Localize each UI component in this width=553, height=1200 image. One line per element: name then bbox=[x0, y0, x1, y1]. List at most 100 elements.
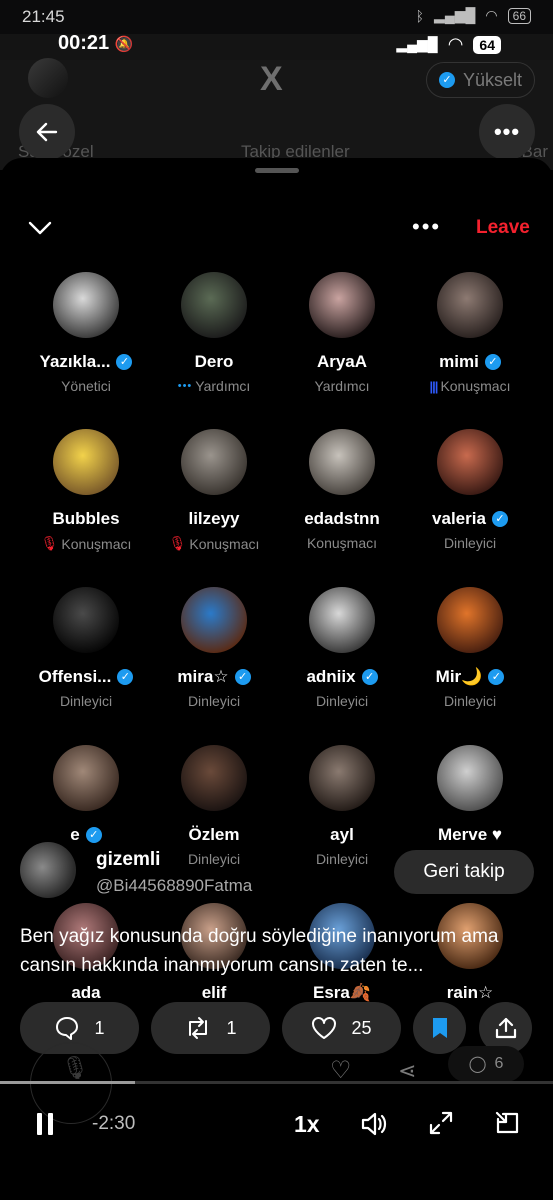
upgrade-button[interactable]: ✓ Yükselt bbox=[426, 62, 536, 98]
participant-role: Dinleyici bbox=[187, 693, 241, 709]
participant[interactable]: valeria ✓ Dinleyici bbox=[406, 429, 534, 551]
participant-name: Mir🌙 bbox=[435, 667, 483, 686]
participant-avatar[interactable] bbox=[309, 429, 375, 495]
comment-icon: ◯ bbox=[468, 1056, 487, 1073]
volume-button[interactable] bbox=[360, 1110, 388, 1143]
participant-avatar[interactable] bbox=[181, 272, 247, 338]
participant[interactable]: Yazıkla... ✓ Yönetici bbox=[22, 272, 150, 394]
participant[interactable]: lilzeyy 🎙 Konuşmacı bbox=[150, 429, 278, 552]
participant-role-row: Konuşmacı bbox=[278, 535, 406, 551]
signal-icon: ▂▄▆█ bbox=[434, 7, 476, 23]
verified-icon: ✓ bbox=[361, 669, 378, 685]
playback-speed-button[interactable]: 1x bbox=[294, 1111, 320, 1138]
participant-avatar[interactable] bbox=[53, 272, 119, 338]
participant-name-row: Özlem bbox=[150, 825, 278, 845]
participant[interactable]: ayl Dinleyici bbox=[278, 745, 406, 867]
participant-name-row: edadstnn bbox=[278, 509, 406, 529]
participant-avatar[interactable] bbox=[53, 587, 119, 653]
ellipsis-icon: ••• bbox=[493, 119, 521, 144]
leave-button[interactable]: Leave bbox=[476, 217, 530, 239]
participant-avatar[interactable] bbox=[309, 587, 375, 653]
participant[interactable]: adniix ✓ Dinleyici bbox=[278, 587, 406, 709]
back-button[interactable] bbox=[19, 104, 75, 160]
participant-name: Dero bbox=[194, 352, 234, 371]
like-button[interactable]: 25 bbox=[282, 1002, 401, 1054]
more-options-button[interactable]: ••• bbox=[479, 104, 535, 160]
follow-back-button[interactable]: Geri takip bbox=[394, 850, 534, 894]
bookmark-button[interactable] bbox=[413, 1002, 466, 1054]
tweet-author-name[interactable]: gizemli bbox=[96, 849, 160, 871]
participant-role-row: Dinleyici bbox=[150, 851, 278, 867]
chevron-down-icon bbox=[28, 221, 52, 235]
participant-avatar[interactable] bbox=[437, 587, 503, 653]
participant[interactable]: mimi ✓ ||| Konuşmacı bbox=[406, 272, 534, 394]
tweet-author-avatar[interactable] bbox=[20, 842, 76, 898]
participant-role: Dinleyici bbox=[443, 535, 497, 551]
bell-off-icon: 🔕 bbox=[114, 36, 134, 53]
sheet-handle[interactable] bbox=[255, 168, 299, 173]
participant-name-row: valeria ✓ bbox=[406, 509, 534, 529]
participant-avatar[interactable] bbox=[181, 587, 247, 653]
participant-role-row: Dinleyici bbox=[150, 693, 278, 709]
participant-name: Bubbles bbox=[52, 509, 120, 528]
participant-name-row: lilzeyy bbox=[150, 509, 278, 529]
participant-name-row: mira☆ ✓ bbox=[150, 667, 278, 687]
participant-name-row: AryaA bbox=[278, 352, 406, 372]
pause-button[interactable] bbox=[36, 1112, 54, 1141]
reply-count: 1 bbox=[94, 1017, 105, 1038]
wifi-icon: ◠ bbox=[447, 34, 464, 54]
participant-avatar[interactable] bbox=[53, 745, 119, 811]
participant[interactable]: Bubbles 🎙 Konuşmacı bbox=[22, 429, 150, 552]
mic-muted-icon: 🎙 bbox=[168, 535, 187, 551]
participant-name-row: ada bbox=[22, 983, 150, 1003]
profile-avatar[interactable] bbox=[28, 58, 68, 98]
remaining-time: -2:30 bbox=[92, 1113, 136, 1134]
verified-icon: ✓ bbox=[117, 669, 134, 685]
participant-avatar[interactable] bbox=[53, 429, 119, 495]
repost-button[interactable]: 1 bbox=[151, 1002, 270, 1054]
background-space-controls: 🎙 ♡ ⋖ ◯ 6 bbox=[0, 1042, 553, 1124]
participant-name: adniix bbox=[306, 667, 356, 686]
participant[interactable]: Dero ••• Yardımcı bbox=[150, 272, 278, 394]
participant-role: Dinleyici bbox=[59, 693, 113, 709]
mic-icon: 🎙 bbox=[61, 1055, 89, 1080]
participant-avatar[interactable] bbox=[181, 429, 247, 495]
participant[interactable]: AryaA Yardımcı bbox=[278, 272, 406, 394]
participant[interactable]: e ✓ bbox=[22, 745, 150, 845]
participant-name: edadstnn bbox=[304, 509, 380, 528]
heart-icon bbox=[312, 1017, 337, 1039]
participant-role-row: ••• Yardımcı bbox=[150, 378, 278, 394]
participant-avatar[interactable] bbox=[437, 429, 503, 495]
participant[interactable]: Merve ♥ bbox=[406, 745, 534, 845]
participant-avatar[interactable] bbox=[181, 745, 247, 811]
arrow-left-icon bbox=[36, 122, 58, 142]
tweet-text: Ben yağız konusunda doğru söylediğine in… bbox=[20, 926, 499, 976]
participant-avatar[interactable] bbox=[309, 272, 375, 338]
collapse-button[interactable] bbox=[28, 216, 52, 245]
participant-role-row: 🎙 Konuşmacı bbox=[150, 535, 278, 552]
participant-role-row: Yardımcı bbox=[278, 378, 406, 394]
participant-name: Offensi... bbox=[38, 667, 112, 686]
participant-role-row: Dinleyici bbox=[278, 851, 406, 867]
fullscreen-button[interactable] bbox=[428, 1110, 454, 1141]
participant-role-row: Dinleyici bbox=[22, 693, 150, 709]
participant[interactable]: edadstnn Konuşmacı bbox=[278, 429, 406, 551]
participant[interactable]: Özlem Dinleyici bbox=[150, 745, 278, 867]
comments-button[interactable]: ◯ 6 bbox=[448, 1046, 524, 1082]
space-more-button[interactable]: ••• bbox=[412, 214, 441, 240]
tweet-author-handle[interactable]: @Bi44568890Fatma bbox=[96, 876, 252, 896]
inner-clock-time: 00:21 bbox=[58, 32, 110, 54]
participant[interactable]: mira☆ ✓ Dinleyici bbox=[150, 587, 278, 709]
participant-name: Yazıkla... bbox=[39, 352, 111, 371]
expand-icon bbox=[429, 1111, 453, 1135]
verified-icon: ✓ bbox=[491, 511, 508, 527]
speaking-bars-icon: ||| bbox=[429, 378, 439, 394]
participant-avatar[interactable] bbox=[437, 745, 503, 811]
participant[interactable]: Offensi... ✓ Dinleyici bbox=[22, 587, 150, 709]
participant-name: Esra🍂 bbox=[312, 983, 372, 1002]
participant-avatar[interactable] bbox=[309, 745, 375, 811]
pip-button[interactable] bbox=[494, 1110, 520, 1141]
participant-role-row: Dinleyici bbox=[406, 693, 534, 709]
participant-avatar[interactable] bbox=[437, 272, 503, 338]
participant[interactable]: Mir🌙 ✓ Dinleyici bbox=[406, 587, 534, 709]
